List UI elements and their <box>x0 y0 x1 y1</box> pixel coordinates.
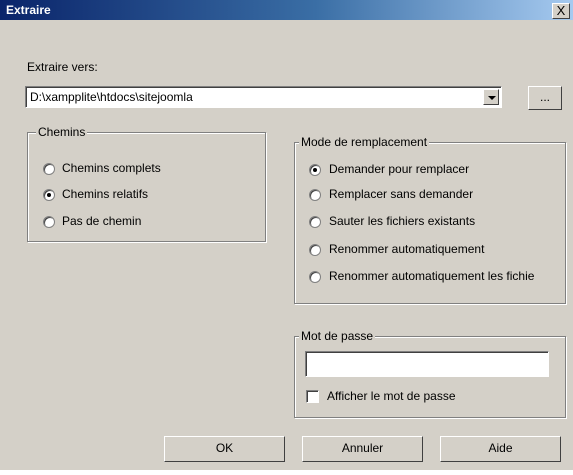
extract-to-label: Extraire vers: <box>27 60 98 74</box>
option-label-skip-existing: Sauter les fichiers existants <box>329 214 476 228</box>
dropdown-arrow-icon[interactable] <box>483 89 499 105</box>
extract-dialog: Extraire X Extraire vers: D:\xampplite\h… <box>0 0 573 470</box>
radio-overwrite-without-asking[interactable] <box>309 189 321 201</box>
radio-skip-existing[interactable] <box>309 216 321 228</box>
extract-path-combobox[interactable]: D:\xampplite\htdocs\sitejoomla <box>25 86 502 108</box>
option-label-ask-before-overwrite: Demander pour remplacer <box>329 162 470 176</box>
password-input[interactable] <box>305 351 549 377</box>
close-button[interactable]: X <box>552 3 570 19</box>
paths-group-title: Chemins <box>36 125 88 139</box>
option-label-full-paths: Chemins complets <box>62 161 161 175</box>
radio-auto-rename-existing[interactable] <box>309 271 321 283</box>
radio-relative-paths[interactable] <box>43 189 55 201</box>
radio-full-paths[interactable] <box>43 163 55 175</box>
radio-auto-rename[interactable] <box>309 244 321 256</box>
option-label-overwrite-without-asking: Remplacer sans demander <box>329 187 474 201</box>
show-password-label: Afficher le mot de passe <box>327 389 456 403</box>
option-label-relative-paths: Chemins relatifs <box>62 187 149 201</box>
close-icon: X <box>556 3 566 18</box>
browse-button[interactable]: ... <box>528 86 562 110</box>
radio-ask-before-overwrite[interactable] <box>309 164 321 176</box>
password-group: Mot de passe <box>294 329 566 418</box>
show-password-checkbox[interactable] <box>306 390 319 403</box>
radio-no-path[interactable] <box>43 216 55 228</box>
title-bar: Extraire X <box>0 0 573 20</box>
extract-path-value: D:\xampplite\htdocs\sitejoomla <box>30 90 193 104</box>
option-label-auto-rename-existing: Renommer automatiquement les fichie <box>329 269 535 283</box>
help-button[interactable]: Aide <box>440 436 561 462</box>
ok-button[interactable]: OK <box>164 436 285 462</box>
overwrite-group-title: Mode de remplacement <box>299 135 430 149</box>
cancel-button[interactable]: Annuler <box>302 436 423 462</box>
window-title: Extraire <box>6 3 51 17</box>
password-group-title: Mot de passe <box>299 329 376 343</box>
option-label-auto-rename: Renommer automatiquement <box>329 242 485 256</box>
option-label-no-path: Pas de chemin <box>62 214 142 228</box>
